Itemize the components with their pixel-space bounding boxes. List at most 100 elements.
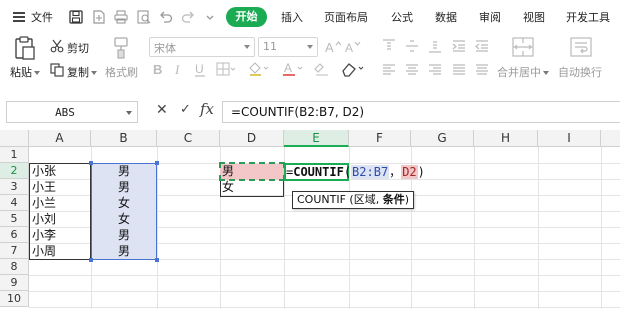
- column-header[interactable]: A: [29, 130, 91, 147]
- column-header[interactable]: G: [411, 130, 474, 147]
- align-top-icon[interactable]: [382, 39, 396, 53]
- tab-view[interactable]: 视图: [523, 9, 545, 26]
- row-header[interactable]: 9: [0, 275, 29, 291]
- font-color-icon[interactable]: A: [282, 61, 304, 77]
- outdent-icon[interactable]: [475, 39, 489, 53]
- chevron-down-icon: [543, 71, 549, 75]
- format-painter-button[interactable]: 格式刷: [105, 64, 138, 80]
- row-header[interactable]: 8: [0, 259, 29, 275]
- column-header[interactable]: I: [538, 130, 601, 147]
- align-bottom-icon[interactable]: [428, 39, 442, 53]
- tab-formulas[interactable]: 公式: [391, 9, 413, 26]
- format-painter-icon: [113, 37, 129, 59]
- range-handle[interactable]: [89, 161, 93, 165]
- ribbon-toolbar: 粘贴 剪切 复制 格式刷 宋体 11 A A B I U A 合并居中 自动换行: [0, 34, 620, 92]
- cancel-icon[interactable]: ✕: [156, 102, 168, 118]
- range-handle[interactable]: [89, 258, 93, 262]
- paste-icon[interactable]: [14, 36, 36, 60]
- row-header[interactable]: 10: [0, 291, 29, 307]
- row-header[interactable]: 4: [0, 195, 29, 211]
- range-handle[interactable]: [155, 161, 159, 165]
- formula-criteria-ref[interactable]: D2: [401, 165, 418, 179]
- svg-text:I: I: [174, 62, 180, 76]
- tab-home[interactable]: 开始: [226, 7, 267, 27]
- clear-format-icon[interactable]: [314, 61, 330, 77]
- criteria-border-d2: [219, 162, 285, 181]
- formula-range-ref[interactable]: B2:B7: [351, 165, 390, 179]
- spreadsheet-grid[interactable]: A B C D E F G H I 1 2 3 4 5 6 7 8 9 10 小…: [0, 130, 620, 309]
- merge-center-button[interactable]: 合并居中: [497, 64, 549, 80]
- justify-icon[interactable]: [452, 63, 466, 77]
- decrease-font-icon[interactable]: A: [345, 40, 361, 54]
- select-all-corner[interactable]: [0, 130, 29, 147]
- column-header[interactable]: H: [474, 130, 538, 147]
- redo-icon[interactable]: [181, 10, 195, 24]
- column-header[interactable]: F: [349, 130, 411, 147]
- column-header[interactable]: D: [220, 130, 284, 147]
- tab-page-layout[interactable]: 页面布局: [324, 9, 368, 26]
- column-header[interactable]: C: [157, 130, 220, 147]
- tab-insert[interactable]: 插入: [281, 9, 303, 26]
- export-icon[interactable]: [92, 10, 106, 24]
- tab-data[interactable]: 数据: [435, 9, 457, 26]
- font-name-select[interactable]: 宋体: [149, 37, 255, 57]
- print-preview-icon[interactable]: [137, 10, 151, 24]
- fill-color-icon[interactable]: [248, 61, 270, 77]
- indent-icon[interactable]: [452, 39, 466, 53]
- borders-icon[interactable]: [216, 62, 236, 76]
- distributed-icon[interactable]: [475, 63, 489, 77]
- range-handle[interactable]: [155, 258, 159, 262]
- eraser-icon[interactable]: [341, 61, 365, 77]
- customize-toolbar-icon[interactable]: [203, 10, 217, 24]
- cell-d3[interactable]: 女: [222, 179, 234, 195]
- copy-icon: [50, 63, 64, 77]
- file-menu[interactable]: 文件: [31, 9, 53, 26]
- tooltip-suffix: ): [404, 193, 409, 206]
- svg-text:A: A: [284, 61, 292, 75]
- wrap-text-button[interactable]: 自动换行: [558, 64, 602, 80]
- formula-input[interactable]: =COUNTIF(B2:B7, D2): [222, 101, 620, 123]
- scissors-icon: [50, 39, 64, 53]
- align-middle-icon[interactable]: [405, 39, 419, 53]
- row-header-selected[interactable]: 2: [0, 163, 29, 179]
- paste-label: 粘贴: [10, 66, 32, 79]
- copy-button[interactable]: 复制: [67, 64, 97, 80]
- row-header[interactable]: 6: [0, 227, 29, 243]
- confirm-icon[interactable]: ✓: [180, 102, 191, 117]
- font-size-select[interactable]: 11: [258, 37, 318, 57]
- formula-bar: ABS ✕ ✓ fx =COUNTIF(B2:B7, D2): [0, 96, 620, 128]
- column-header[interactable]: B: [91, 130, 157, 147]
- tab-developer[interactable]: 开发工具: [566, 9, 610, 26]
- align-right-icon[interactable]: [428, 63, 442, 77]
- cut-button[interactable]: 剪切: [67, 40, 89, 56]
- name-box[interactable]: ABS: [6, 101, 138, 123]
- underline-icon[interactable]: U: [193, 62, 207, 78]
- insert-function-button[interactable]: fx: [200, 100, 214, 118]
- row-header[interactable]: 7: [0, 243, 29, 259]
- row-header[interactable]: 1: [0, 147, 29, 163]
- cell-edit-formula[interactable]: =COUNTIF(B2:B7，D2): [286, 165, 425, 179]
- tab-review[interactable]: 审阅: [479, 9, 501, 26]
- align-center-icon[interactable]: [405, 63, 419, 77]
- gridline: [474, 147, 475, 309]
- print-icon[interactable]: [114, 10, 128, 24]
- paste-button[interactable]: 粘贴: [10, 64, 40, 80]
- gridline: [157, 147, 158, 309]
- gridline: [538, 147, 539, 309]
- save-icon[interactable]: [69, 10, 83, 24]
- column-header-selected[interactable]: E: [284, 130, 349, 147]
- bold-icon[interactable]: B: [152, 62, 164, 76]
- gridline: [29, 275, 620, 276]
- undo-icon[interactable]: [159, 10, 173, 24]
- formula-close-paren: ): [417, 165, 425, 179]
- menu-icon[interactable]: [13, 12, 25, 22]
- italic-icon[interactable]: I: [173, 62, 185, 76]
- row-header[interactable]: 3: [0, 179, 29, 195]
- row-header[interactable]: 5: [0, 211, 29, 227]
- chevron-down-icon: [244, 45, 250, 49]
- align-left-icon[interactable]: [382, 63, 396, 77]
- increase-font-icon[interactable]: A: [325, 40, 341, 54]
- column-header[interactable]: [601, 130, 620, 147]
- svg-text:B: B: [153, 62, 162, 76]
- font-name-value: 宋体: [154, 42, 176, 55]
